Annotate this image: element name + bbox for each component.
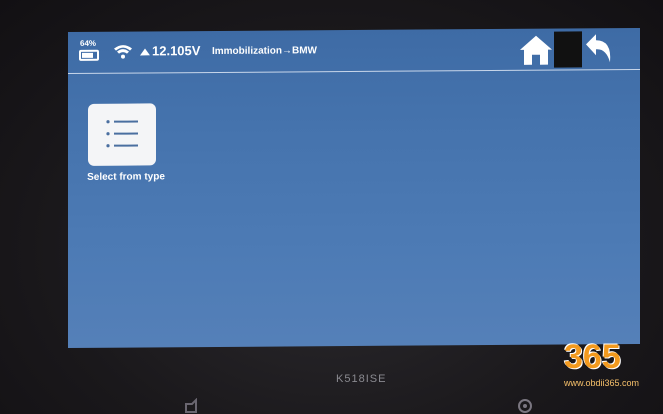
device-screen: 64% 12.105V Immobilization→BMW Select fr… (68, 28, 640, 348)
tile-label: Select from type (87, 171, 165, 183)
select-from-type-tile[interactable]: Select from type (76, 103, 176, 194)
list-icon (88, 103, 156, 166)
wifi-icon (114, 45, 132, 59)
battery-icon (79, 49, 99, 61)
home-button[interactable] (518, 33, 554, 67)
battery-percent: 64% (80, 38, 97, 48)
device-model-label: K518ISE (336, 373, 387, 385)
device-key-icon[interactable] (182, 398, 208, 414)
voltage-readout: 12.105V (152, 43, 201, 59)
battery-indicator: 64% (76, 38, 100, 64)
back-arrow-icon (586, 34, 611, 63)
back-button[interactable] (582, 32, 614, 66)
obscured-button (554, 31, 582, 68)
watermark-number: 365 (564, 338, 621, 376)
watermark-url: www.obdii365.com (564, 378, 640, 388)
status-bar: 64% 12.105V Immobilization→BMW (68, 28, 640, 74)
gear-icon[interactable] (514, 394, 536, 414)
watermark-logo: 365 www.obdii365.com (556, 326, 656, 390)
breadcrumb: Immobilization→BMW (212, 45, 317, 57)
car-battery-icon (140, 48, 150, 56)
home-icon (520, 35, 552, 65)
